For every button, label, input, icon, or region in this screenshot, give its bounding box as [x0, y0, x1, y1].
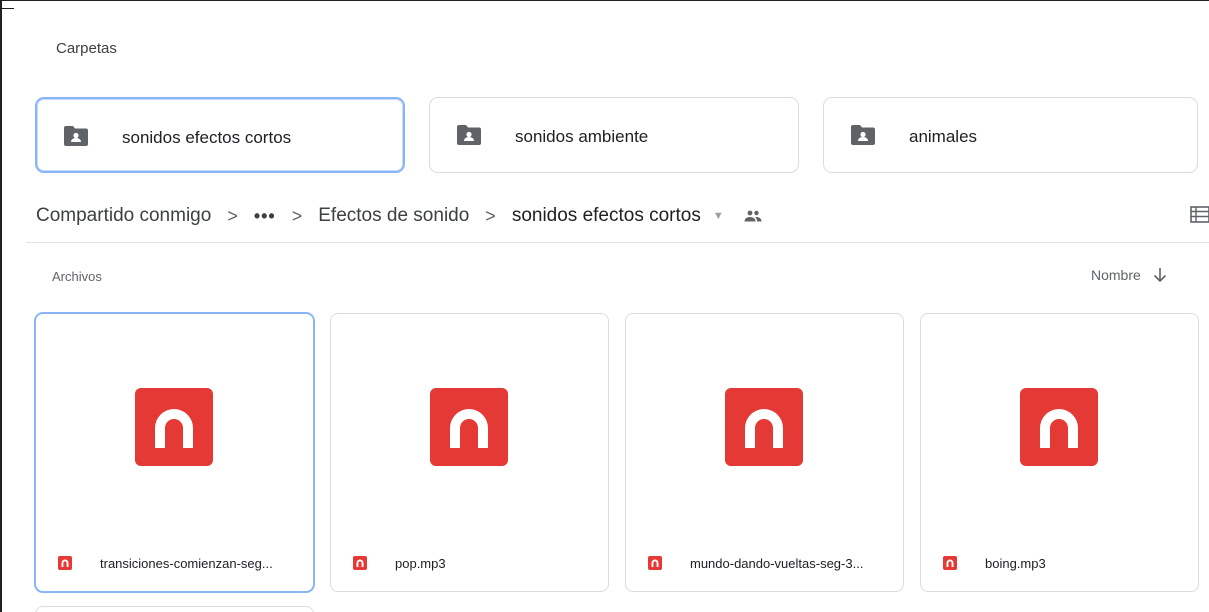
arrow-down-icon — [1153, 268, 1166, 283]
sort-label: Nombre — [1091, 267, 1141, 283]
divider — [26, 242, 1209, 243]
audio-file-icon — [353, 556, 367, 570]
people-icon[interactable] — [744, 210, 762, 222]
shared-folder-icon — [851, 125, 875, 145]
file-card-pop[interactable]: pop.mp3 — [330, 313, 609, 592]
frame-tick — [0, 8, 14, 9]
file-name: mundo-dando-vueltas-seg-3... — [690, 556, 864, 571]
sort-by-name-button[interactable]: Nombre — [1091, 267, 1167, 283]
breadcrumb: Compartido conmigo > ••• > Efectos de so… — [36, 202, 762, 230]
breadcrumb-shared-with-me[interactable]: Compartido conmigo — [36, 205, 211, 227]
folder-card-sonidos-efectos-cortos[interactable]: sonidos efectos cortos — [35, 97, 405, 173]
files-section-title: Archivos — [52, 269, 102, 284]
audio-file-icon — [1020, 388, 1098, 466]
frame-border-top — [0, 0, 1209, 1]
file-card-boing[interactable]: boing.mp3 — [920, 313, 1199, 592]
file-card-mundo-dando-vueltas[interactable]: mundo-dando-vueltas-seg-3... — [625, 313, 904, 592]
chevron-right-icon: > — [227, 205, 238, 226]
breadcrumb-efectos-de-sonido[interactable]: Efectos de sonido — [318, 205, 469, 227]
chevron-right-icon: > — [291, 205, 303, 226]
more-path-icon[interactable]: ••• — [254, 206, 276, 227]
dropdown-arrow-icon[interactable]: ▼ — [713, 210, 724, 222]
list-view-icon[interactable] — [1190, 206, 1209, 223]
folder-label: sonidos efectos cortos — [122, 128, 292, 147]
file-card-transiciones[interactable]: transiciones-comienzan-seg... — [35, 313, 314, 592]
file-card-partial[interactable] — [35, 606, 314, 612]
breadcrumb-current-folder[interactable]: sonidos efectos cortos — [512, 205, 701, 227]
audio-file-icon — [725, 388, 803, 466]
folder-card-sonidos-ambiente[interactable]: sonidos ambiente — [429, 97, 799, 173]
audio-file-icon — [648, 556, 662, 570]
folder-label: animales — [909, 127, 978, 146]
file-name: boing.mp3 — [985, 556, 1046, 571]
folder-card-animales[interactable]: animales — [823, 97, 1198, 173]
folders-section-title: Carpetas — [56, 40, 117, 57]
shared-folder-icon — [64, 126, 88, 146]
audio-file-icon — [430, 388, 508, 466]
shared-folder-icon — [457, 125, 481, 145]
audio-file-icon — [943, 556, 957, 570]
frame-border-left — [0, 0, 2, 612]
file-name: transiciones-comienzan-seg... — [100, 556, 273, 571]
file-name: pop.mp3 — [395, 556, 446, 571]
folder-label: sonidos ambiente — [515, 127, 649, 146]
chevron-right-icon: > — [485, 205, 496, 226]
audio-file-icon — [135, 388, 213, 466]
audio-file-icon — [58, 556, 72, 570]
